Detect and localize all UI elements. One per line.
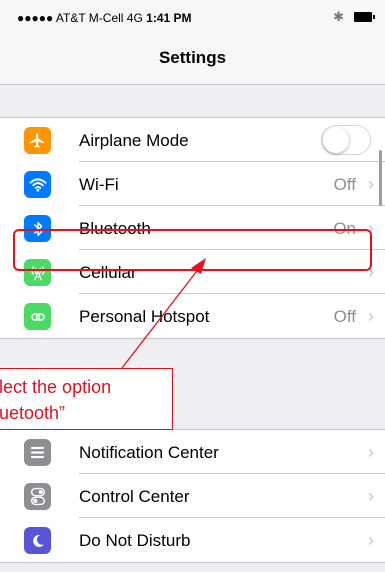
- annotation-arrow-icon: [121, 258, 206, 369]
